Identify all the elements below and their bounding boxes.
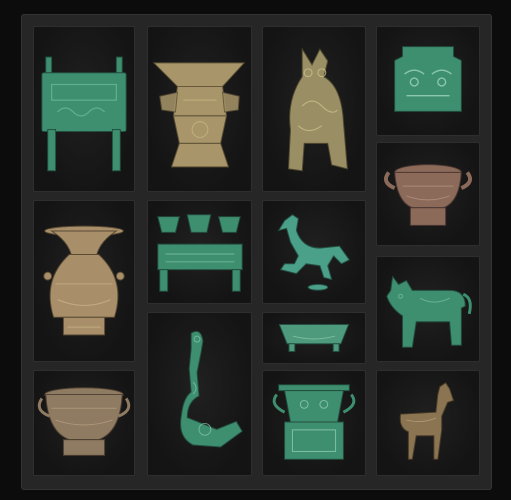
- bronze-horse-statue-icon: [399, 382, 455, 460]
- bronze-ox-zun-icon: [386, 275, 472, 348]
- bronze-gui-bowl-icon: [383, 164, 473, 226]
- inventory-slot-gui-bowl[interactable]: [376, 142, 480, 246]
- inventory-slot-cup-stand[interactable]: [147, 200, 252, 304]
- bronze-ding-cauldron-icon: [41, 56, 127, 172]
- inventory-slot-belt-hook[interactable]: [147, 312, 252, 476]
- inventory-slot-tray[interactable]: [262, 312, 366, 364]
- inventory-slot-owl-zun[interactable]: [262, 26, 366, 192]
- bronze-tray-icon: [278, 324, 350, 352]
- inventory-slot-ding[interactable]: [33, 26, 135, 192]
- inventory-slot-ox-zun[interactable]: [376, 256, 480, 362]
- bronze-fang-gui-icon: [272, 384, 356, 460]
- bronze-triple-cup-stand-icon: [157, 214, 243, 292]
- inventory-slot-zun[interactable]: [147, 26, 252, 192]
- inventory-slot-mask[interactable]: [376, 26, 480, 136]
- bronze-hu-vase-icon: [43, 225, 125, 336]
- inventory-slot-galloping-horse[interactable]: [262, 200, 366, 304]
- inventory-slot-horse-statue[interactable]: [376, 370, 480, 476]
- bronze-mask-plaque-icon: [394, 46, 462, 112]
- bronze-owl-zun-icon: [287, 47, 348, 172]
- bronze-zun-vessel-icon: [152, 62, 246, 168]
- inventory-slot-fang-gui[interactable]: [262, 370, 366, 476]
- bronze-galloping-horse-icon: [277, 214, 351, 291]
- inventory-panel: [21, 14, 492, 490]
- inventory-slot-round-basin[interactable]: [33, 370, 135, 476]
- bronze-round-basin-icon: [37, 387, 131, 456]
- bronze-belt-hook-icon: [180, 330, 243, 448]
- inventory-slot-hu-vase[interactable]: [33, 200, 135, 362]
